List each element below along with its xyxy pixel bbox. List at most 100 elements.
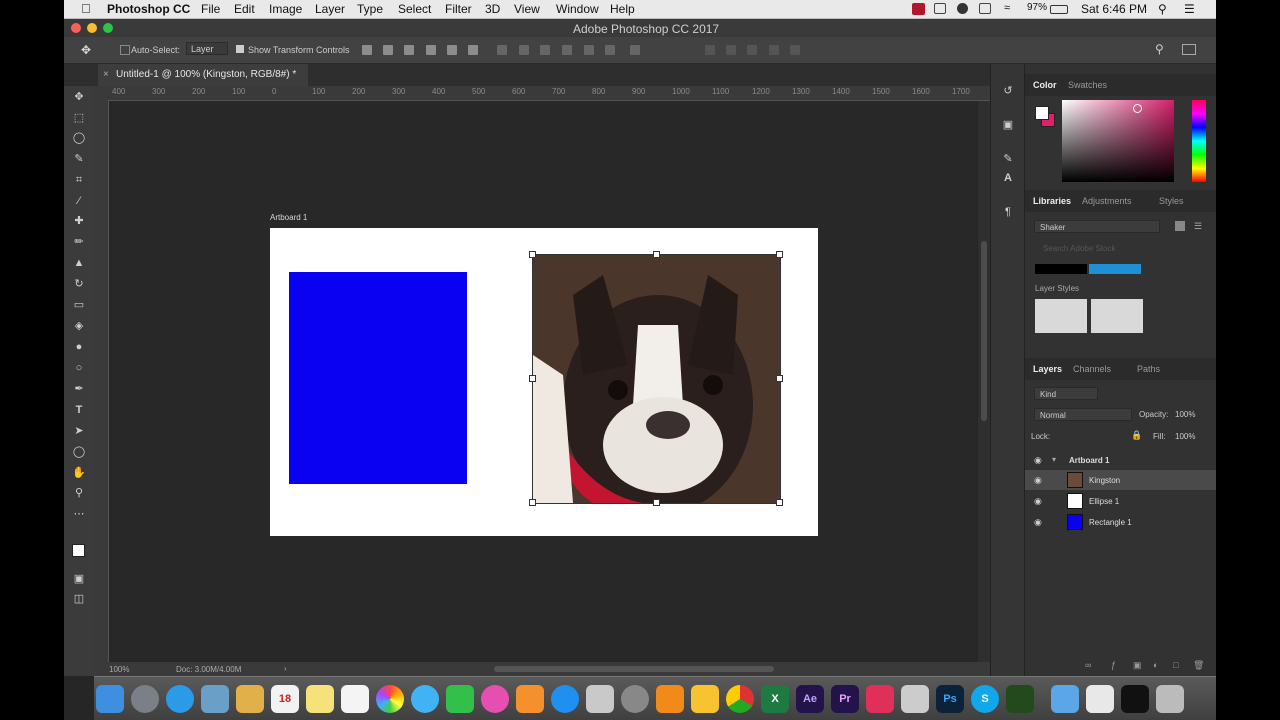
rectangle-layer-shape[interactable] xyxy=(289,272,467,484)
visibility-eye-icon[interactable]: ◉ xyxy=(1034,496,1042,507)
dock-messages-icon[interactable] xyxy=(411,685,439,713)
layer-effects-icon[interactable]: ƒ xyxy=(1111,660,1116,670)
list-view-icon[interactable]: ☰ xyxy=(1194,221,1202,232)
layer-filter-kind[interactable]: Kind xyxy=(1034,387,1098,400)
clock[interactable]: Sat 6:46 PM xyxy=(1081,2,1147,16)
battery-icon[interactable] xyxy=(1050,5,1068,14)
visibility-eye-icon[interactable]: ◉ xyxy=(1034,517,1042,528)
distribute-bottom-icon[interactable] xyxy=(540,45,550,55)
dock-premiere-icon[interactable]: Pr xyxy=(831,685,859,713)
eraser-tool-icon[interactable]: ▭ xyxy=(72,298,86,312)
disclosure-arrow-icon[interactable]: ▾ xyxy=(1052,455,1056,464)
transform-handle[interactable] xyxy=(776,251,783,258)
distribute-top-icon[interactable] xyxy=(497,45,507,55)
tab-paths[interactable]: Paths xyxy=(1137,364,1160,374)
ellipse-tool-icon[interactable]: ◯ xyxy=(72,445,86,459)
zoom-window-button[interactable] xyxy=(103,23,113,33)
crop-tool-icon[interactable]: ⌗ xyxy=(72,173,86,187)
align-left-icon[interactable] xyxy=(426,45,436,55)
show-transform-checkbox[interactable] xyxy=(236,45,244,53)
creative-cloud-icon[interactable] xyxy=(957,3,968,14)
marquee-tool-icon[interactable]: ⬚ xyxy=(72,111,86,125)
tab-libraries[interactable]: Libraries xyxy=(1033,196,1071,206)
menu-layer[interactable]: Layer xyxy=(315,2,345,16)
layer-group-artboard[interactable]: ◉ ▾ Artboard 1 xyxy=(1025,450,1216,470)
hand-tool-icon[interactable]: ✋ xyxy=(72,466,86,480)
distribute-hcenter-icon[interactable] xyxy=(584,45,594,55)
horizontal-scroll-thumb[interactable] xyxy=(494,666,774,672)
dock-photos-icon[interactable] xyxy=(376,685,404,713)
3d-orbit-icon[interactable] xyxy=(705,45,715,55)
delete-layer-icon[interactable]: 🗑 xyxy=(1193,660,1204,671)
distribute-left-icon[interactable] xyxy=(562,45,572,55)
dock-preview-icon[interactable] xyxy=(201,685,229,713)
menu-filter[interactable]: Filter xyxy=(445,2,472,16)
dock-tools-icon[interactable] xyxy=(901,685,929,713)
swatch-black[interactable] xyxy=(1035,264,1087,274)
3d-roll-icon[interactable] xyxy=(726,45,736,55)
menu-window[interactable]: Window xyxy=(556,2,599,16)
search-icon[interactable]: ⚲ xyxy=(1155,42,1164,56)
auto-align-icon[interactable] xyxy=(630,45,640,55)
paint-bucket-tool-icon[interactable]: ◈ xyxy=(72,319,86,333)
close-window-button[interactable] xyxy=(71,23,81,33)
menu-3d[interactable]: 3D xyxy=(485,2,500,16)
fill-value[interactable]: 100% xyxy=(1175,432,1195,441)
dock-notes-icon[interactable] xyxy=(236,685,264,713)
add-mask-icon[interactable]: ▣ xyxy=(1133,660,1142,671)
3d-pan-icon[interactable] xyxy=(747,45,757,55)
auto-select-checkbox[interactable] xyxy=(120,45,130,55)
foreground-color-swatch[interactable] xyxy=(72,544,85,557)
blur-tool-icon[interactable]: ● xyxy=(72,340,86,354)
blend-mode-dropdown[interactable]: Normal xyxy=(1034,408,1132,421)
zoom-level[interactable]: 100% xyxy=(109,665,129,674)
tab-layers[interactable]: Layers xyxy=(1033,364,1062,374)
document-tab[interactable]: × Untitled-1 @ 100% (Kingston, RGB/8#) * xyxy=(98,64,308,86)
dock-chrome-icon[interactable] xyxy=(726,685,754,713)
adjustment-layer-icon[interactable]: ◐ xyxy=(1153,660,1158,670)
transform-handle[interactable] xyxy=(529,251,536,258)
dock-finder-icon[interactable] xyxy=(96,685,124,713)
color-picker-cursor[interactable] xyxy=(1133,104,1142,113)
menu-view[interactable]: View xyxy=(514,2,540,16)
screen-mode-icon[interactable]: ◫ xyxy=(72,592,86,606)
layer-style-thumb[interactable] xyxy=(1035,299,1087,333)
dock-calendar-icon[interactable]: 18 xyxy=(271,685,299,713)
wifi-icon[interactable]: ≈ xyxy=(1004,2,1010,14)
menu-select[interactable]: Select xyxy=(398,2,431,16)
visibility-eye-icon[interactable]: ◉ xyxy=(1034,475,1042,486)
workspace-icon[interactable] xyxy=(1182,44,1196,55)
swatch-blue[interactable] xyxy=(1089,264,1141,274)
tab-styles[interactable]: Styles xyxy=(1159,196,1184,206)
align-right-icon[interactable] xyxy=(468,45,478,55)
minus-icon[interactable] xyxy=(934,3,946,14)
dock-dreamweaver-icon[interactable] xyxy=(1006,685,1034,713)
transform-handle[interactable] xyxy=(776,499,783,506)
tab-color[interactable]: Color xyxy=(1033,80,1057,90)
lasso-tool-icon[interactable]: ◯ xyxy=(72,131,86,145)
align-bottom-icon[interactable] xyxy=(404,45,414,55)
properties-panel-icon[interactable]: ▣ xyxy=(1000,118,1016,132)
eyedropper-tool-icon[interactable]: ⁄ xyxy=(72,194,86,208)
hue-slider[interactable] xyxy=(1192,100,1206,182)
dock-preview2-icon[interactable] xyxy=(586,685,614,713)
vertical-scrollbar[interactable] xyxy=(978,101,990,662)
artboard-label[interactable]: Artboard 1 xyxy=(270,213,307,222)
transform-handle[interactable] xyxy=(776,375,783,382)
3d-scale-icon[interactable] xyxy=(790,45,800,55)
tab-adjustments[interactable]: Adjustments xyxy=(1082,196,1132,206)
close-tab-icon[interactable]: × xyxy=(103,64,109,86)
status-menu-arrow[interactable]: › xyxy=(284,664,287,673)
opacity-value[interactable]: 100% xyxy=(1175,410,1195,419)
zoom-tool-icon[interactable]: ⚲ xyxy=(72,486,86,500)
dock-folder-icon[interactable] xyxy=(1051,685,1079,713)
menu-file[interactable]: File xyxy=(201,2,220,16)
lock-all-icon[interactable]: 🔒 xyxy=(1131,430,1142,441)
layer-row[interactable]: ◉ Kingston xyxy=(1025,470,1216,490)
character-panel-icon[interactable]: A xyxy=(1000,172,1016,186)
dock-itunes-icon[interactable] xyxy=(481,685,509,713)
move-tool-icon[interactable]: ✥ xyxy=(72,90,86,104)
document-size[interactable]: Doc: 3.00M/4.00M xyxy=(176,665,241,674)
tab-channels[interactable]: Channels xyxy=(1073,364,1111,374)
brush-tool-icon[interactable]: ✏ xyxy=(72,235,86,249)
